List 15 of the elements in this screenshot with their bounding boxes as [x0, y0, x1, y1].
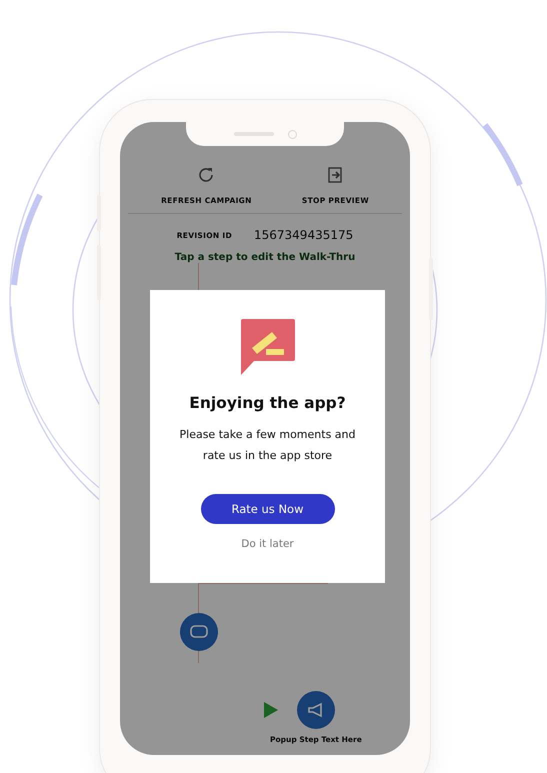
hint-text: Tap a step to edit the Walk-Thru	[174, 252, 356, 263]
revision-value: 1567349435175	[254, 228, 354, 242]
dialog-message: Please take a few moments and rate us in the app store	[178, 427, 356, 464]
step-node[interactable]	[296, 691, 335, 729]
step-node[interactable]	[180, 613, 218, 651]
edit-message-icon	[240, 318, 296, 376]
camera-icon	[288, 130, 296, 138]
play-icon	[264, 702, 278, 718]
exit-icon	[326, 166, 344, 184]
later-button[interactable]: Do it later	[237, 536, 298, 552]
megaphone-icon	[306, 702, 325, 718]
dialog-title: Enjoying the app?	[189, 394, 346, 412]
chat-bubble-icon	[190, 625, 208, 639]
rate-now-button[interactable]: Rate us Now	[200, 494, 334, 524]
refresh-icon	[197, 166, 216, 184]
